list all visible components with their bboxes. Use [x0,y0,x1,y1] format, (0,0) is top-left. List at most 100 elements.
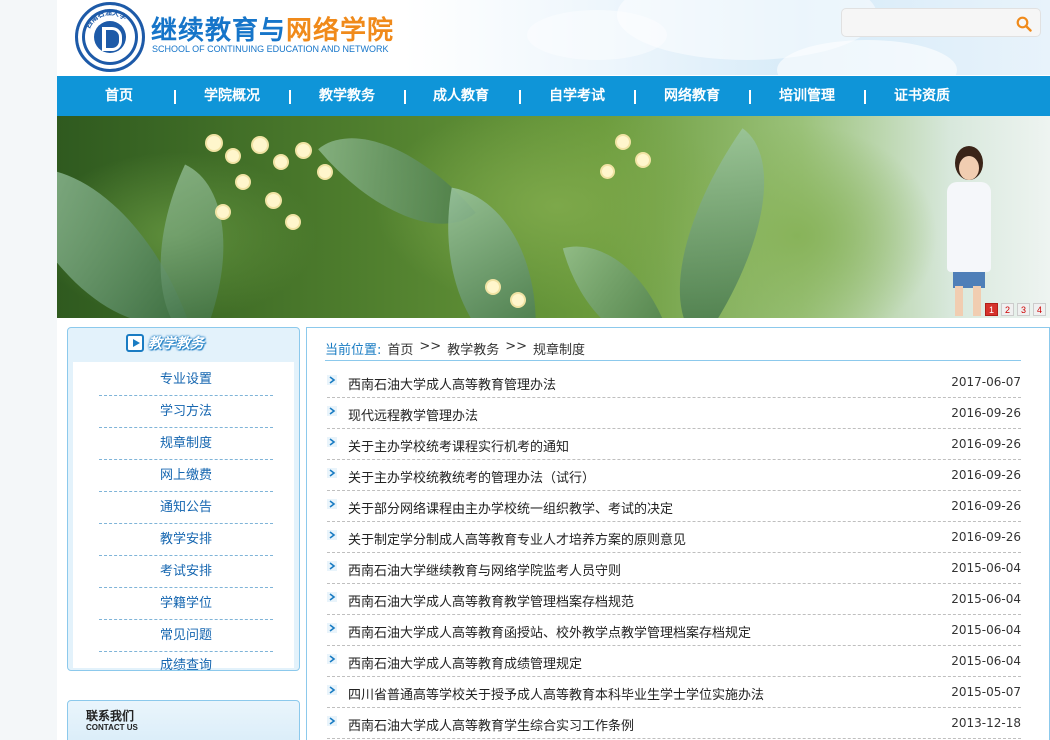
nav-separator [289,90,291,104]
contact-title: 联系我们 [86,709,135,723]
chevron-right-icon [327,375,337,385]
contact-subtitle: CONTACT US [86,723,138,732]
sidebar-item-study-methods[interactable]: 学习方法 [99,396,273,428]
breadcrumb-label: 当前位置: [325,343,382,358]
breadcrumb-home[interactable]: 首页 [387,339,413,360]
article-date: 2016-09-26 [951,437,1021,451]
banner-slideshow[interactable]: 1 2 3 4 [57,116,1050,318]
breadcrumb-current: 规章制度 [533,343,586,358]
article-row[interactable]: 西南石油大学成人高等教育学生综合实习工作条例 2013-12-18 [327,708,1021,739]
article-date: 2015-06-04 [951,654,1021,668]
nav-online-education[interactable]: 网络教育 [664,76,720,116]
play-icon [126,334,144,352]
banner-page-2[interactable]: 2 [1001,303,1014,316]
breadcrumb: 当前位置: 首页 >> 教学教务 >> 规章制度 [325,339,1021,361]
chevron-right-icon [327,468,337,478]
article-row[interactable]: 关于主办学校统考课程实行机考的通知 2016-09-26 [327,429,1021,460]
search-input[interactable] [848,13,1008,33]
nav-adult-education[interactable]: 成人教育 [433,76,489,116]
article-title[interactable]: 现代远程教学管理办法 [348,405,478,424]
article-row[interactable]: 关于主办学校统教统考的管理办法（试行） 2016-09-26 [327,460,1021,491]
nav-separator [634,90,636,104]
chevron-right-icon [327,685,337,695]
site-title-part1: 继续教育与 [151,16,287,46]
nav-certificates[interactable]: 证书资质 [894,76,950,116]
nav-separator [864,90,866,104]
university-logo[interactable]: 西南石油大学 [75,2,145,72]
article-date: 2016-09-26 [951,530,1021,544]
article-title[interactable]: 西南石油大学成人高等教育管理办法 [348,374,556,393]
article-row[interactable]: 四川省普通高等学校关于授予成人高等教育本科毕业生学士学位实施办法 2015-05-… [327,677,1021,708]
chevron-right-icon [327,592,337,602]
nav-training[interactable]: 培训管理 [779,76,835,116]
site-title-part2: 网络学院 [286,16,395,46]
nav-home[interactable]: 首页 [105,76,133,116]
sidebar-item-notices[interactable]: 通知公告 [99,492,273,524]
nav-teaching[interactable]: 教学教务 [319,76,375,116]
article-title[interactable]: 关于部分网络课程由主办学校统一组织教学、考试的决定 [348,498,673,517]
sidebar-item-schedule[interactable]: 教学安排 [99,524,273,556]
article-date: 2015-05-07 [951,685,1021,699]
logo-emblem-icon [94,21,126,53]
chevron-right-icon [327,716,337,726]
sidebar-item-regulations[interactable]: 规章制度 [99,428,273,460]
sidebar-title: 教学教务 [148,336,204,352]
sidebar-item-exam-schedule[interactable]: 考试安排 [99,556,273,588]
article-title[interactable]: 四川省普通高等学校关于授予成人高等教育本科毕业生学士学位实施办法 [348,684,764,703]
sidebar-item-status-degree[interactable]: 学籍学位 [99,588,273,620]
breadcrumb-teaching[interactable]: 教学教务 [447,339,499,360]
site-subtitle: SCHOOL OF CONTINUING EDUCATION AND NETWO… [152,44,389,54]
sidebar-item-online-payment[interactable]: 网上缴费 [99,460,273,492]
article-date: 2016-09-26 [951,406,1021,420]
nav-self-study-exam[interactable]: 自学考试 [549,76,605,116]
breadcrumb-separator: >> [505,339,528,354]
article-date: 2016-09-26 [951,499,1021,513]
chevron-right-icon [327,406,337,416]
article-row[interactable]: 西南石油大学继续教育与网络学院监考人员守则 2015-06-04 [327,553,1021,584]
banner-pagination: 1 2 3 4 [985,303,1046,316]
article-title[interactable]: 关于制定学分制成人高等教育专业人才培养方案的原则意见 [348,529,686,548]
chevron-right-icon [327,654,337,664]
article-date: 2016-09-26 [951,468,1021,482]
contact-box: 联系我们 CONTACT US [67,700,300,740]
article-date: 2015-06-04 [951,592,1021,606]
chevron-right-icon [327,530,337,540]
article-row[interactable]: 关于制定学分制成人高等教育专业人才培养方案的原则意见 2016-09-26 [327,522,1021,553]
banner-page-1[interactable]: 1 [985,303,998,316]
sidebar-item-grades[interactable]: 成绩查询 [99,652,273,673]
article-title[interactable]: 西南石油大学成人高等教育成绩管理规定 [348,653,582,672]
article-row[interactable]: 西南石油大学成人高等教育教学管理档案存档规范 2015-06-04 [327,584,1021,615]
article-title[interactable]: 西南石油大学成人高等教育教学管理档案存档规范 [348,591,634,610]
sidebar-header: 教学教务 [68,328,299,358]
banner-page-4[interactable]: 4 [1033,303,1046,316]
article-date: 2017-06-07 [951,375,1021,389]
search-box [841,8,1041,37]
page: 西南石油大学 继续教育与网络学院 SCHOOL OF CONTINUING ED… [57,0,1050,740]
chevron-right-icon [327,437,337,447]
article-title[interactable]: 关于主办学校统教统考的管理办法（试行） [348,467,595,486]
article-title[interactable]: 西南石油大学继续教育与网络学院监考人员守则 [348,560,621,579]
sidebar-item-faq[interactable]: 常见问题 [99,620,273,652]
article-title[interactable]: 西南石油大学成人高等教育函授站、校外教学点教学管理档案存档规定 [348,622,751,641]
chevron-right-icon [327,499,337,509]
article-list-panel: 当前位置: 首页 >> 教学教务 >> 规章制度 西南石油大学成人高等教育管理办… [306,327,1050,740]
main-nav: 首页 学院概况 教学教务 成人教育 自学考试 网络教育 培训管理 证书资质 [57,76,1050,116]
sidebar: 教学教务 专业设置 学习方法 规章制度 网上缴费 通知公告 教学安排 考试安排 … [67,327,300,673]
nav-separator [519,90,521,104]
nav-separator [404,90,406,104]
article-row[interactable]: 关于部分网络课程由主办学校统一组织教学、考试的决定 2016-09-26 [327,491,1021,522]
article-date: 2013-12-18 [951,716,1021,730]
article-row[interactable]: 西南石油大学成人高等教育成绩管理规定 2015-06-04 [327,646,1021,677]
article-date: 2015-06-04 [951,623,1021,637]
article-row[interactable]: 现代远程教学管理办法 2016-09-26 [327,398,1021,429]
article-title[interactable]: 西南石油大学成人高等教育学生综合实习工作条例 [348,715,634,734]
article-row[interactable]: 西南石油大学成人高等教育管理办法 2017-06-07 [327,367,1021,398]
article-date: 2015-06-04 [951,561,1021,575]
nav-about[interactable]: 学院概况 [204,76,260,116]
article-row[interactable]: 西南石油大学成人高等教育函授站、校外教学点教学管理档案存档规定 2015-06-0… [327,615,1021,646]
banner-page-3[interactable]: 3 [1017,303,1030,316]
sidebar-item-majors[interactable]: 专业设置 [99,364,273,396]
search-icon[interactable] [1016,16,1032,32]
nav-separator [174,90,176,104]
article-title[interactable]: 关于主办学校统考课程实行机考的通知 [348,436,569,455]
